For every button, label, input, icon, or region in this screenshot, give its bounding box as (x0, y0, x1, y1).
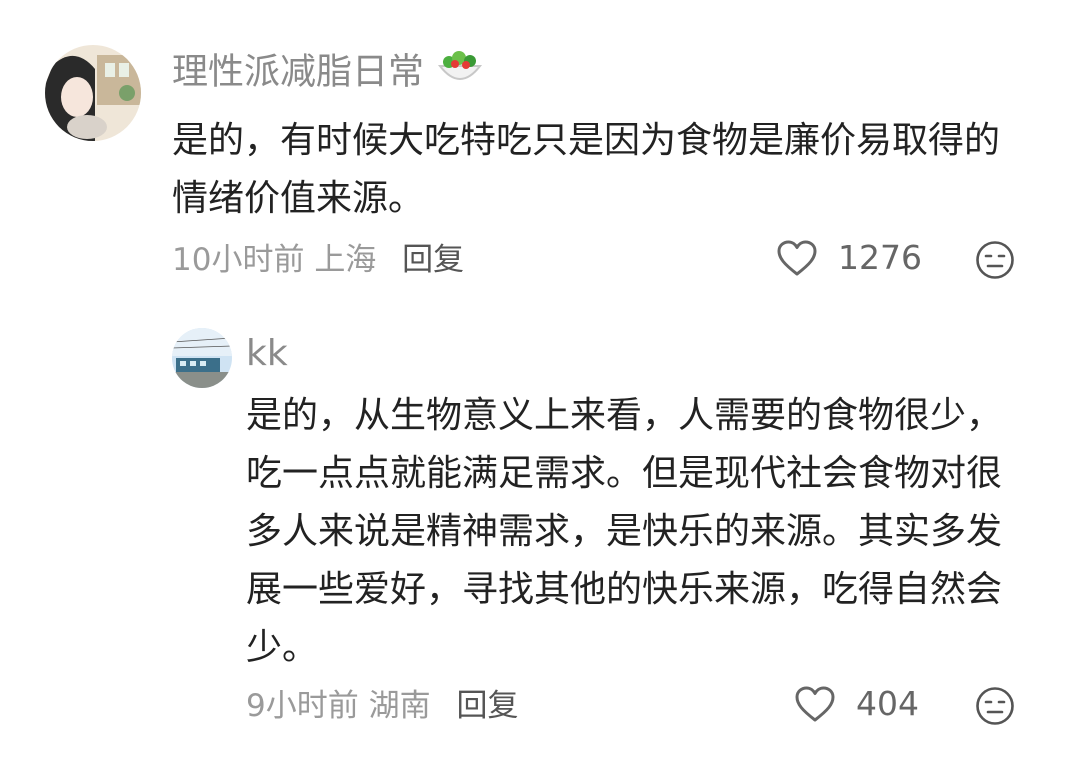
comment-time: 10小时前 (172, 242, 305, 278)
username-text: 理性派减脂日常 (172, 51, 425, 93)
comment-meta: 10小时前 上海 回复 (172, 240, 464, 280)
comment-text: 是的，有时候大吃特吃只是因为食物是廉价易取得的情绪价值来源。 (172, 120, 1001, 219)
dislike-face-icon[interactable] (975, 240, 1015, 280)
reply-text: 是的，从生物意义上来看，人需要的食物很少，吃一点点就能满足需求。但是现代社会食物… (246, 395, 1003, 668)
like-count: 1276 (838, 238, 922, 277)
reply-username[interactable]: kk (246, 332, 288, 376)
salad-emoji-icon (437, 48, 483, 99)
reply-time: 9小时前 (246, 688, 359, 724)
reply-button[interactable]: 回复 (402, 242, 464, 278)
reply-dislike-face-icon[interactable] (975, 686, 1015, 726)
comment-location: 上海 (314, 242, 377, 278)
like-button[interactable]: 1276 (776, 238, 922, 277)
reply-location: 湖南 (368, 688, 431, 724)
heart-icon (794, 685, 836, 723)
comment-username[interactable]: 理性派减脂日常 (172, 48, 483, 99)
reply-meta: 9小时前 湖南 回复 (246, 686, 518, 726)
reply-like-button[interactable]: 404 (794, 684, 919, 723)
avatar[interactable] (45, 45, 141, 141)
heart-icon (776, 239, 818, 277)
reply-avatar[interactable] (172, 328, 232, 388)
reply-like-count: 404 (856, 684, 919, 723)
reply-reply-button[interactable]: 回复 (456, 688, 518, 724)
